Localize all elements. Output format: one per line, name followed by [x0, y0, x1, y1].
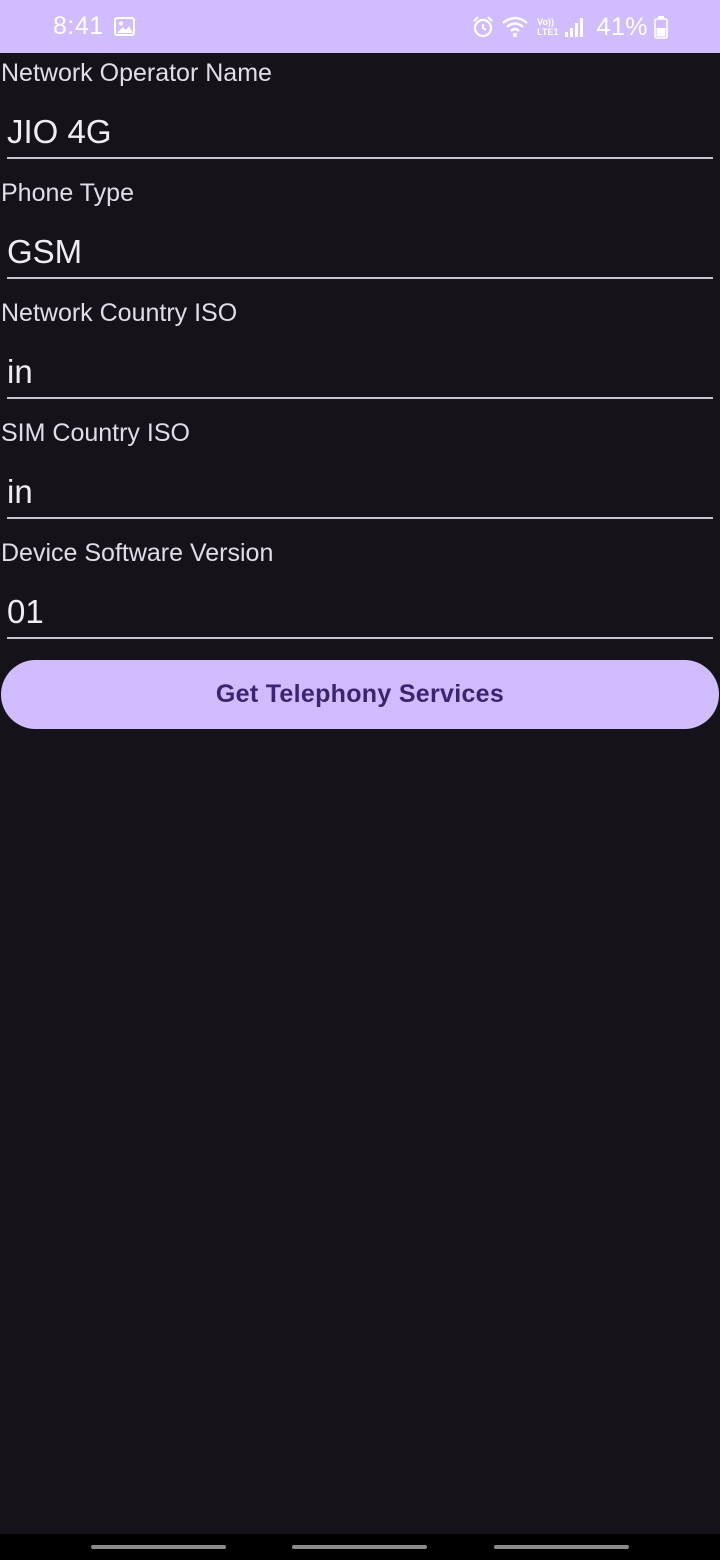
network-operator-value[interactable]: JIO 4G [7, 113, 112, 151]
gallery-icon [114, 17, 135, 36]
field-label: Device Software Version [1, 539, 274, 567]
underline [7, 517, 713, 519]
underline [7, 637, 713, 639]
device-software-version-value[interactable]: 01 [7, 593, 44, 631]
underline [7, 157, 713, 159]
volte-top-label: Vo)) [537, 17, 554, 27]
volte-bottom-label: LTE1 [537, 27, 559, 37]
nav-back-handle[interactable] [494, 1545, 629, 1549]
wifi-icon [501, 15, 529, 39]
status-icons: Vo)) LTE1 41% [471, 12, 668, 42]
field-label: Phone Type [1, 179, 134, 207]
nav-recents-handle[interactable] [91, 1545, 226, 1549]
battery-percent: 41% [596, 12, 648, 41]
nav-home-handle[interactable] [292, 1545, 427, 1549]
signal-icon [564, 16, 584, 38]
underline [7, 277, 713, 279]
status-time: 8:41 [53, 12, 104, 40]
underline [7, 397, 713, 399]
get-telephony-services-button[interactable]: Get Telephony Services [1, 660, 719, 729]
navigation-bar [0, 1534, 720, 1560]
sim-country-iso-value[interactable]: in [7, 473, 33, 511]
network-country-iso-value[interactable]: in [7, 353, 33, 391]
status-bar: 8:41 Vo)) LTE1 41% [0, 0, 720, 53]
field-label: Network Country ISO [1, 299, 238, 327]
volte-icon: Vo)) LTE1 [537, 17, 558, 37]
battery-icon [654, 15, 668, 39]
field-label: Network Operator Name [1, 59, 272, 87]
alarm-icon [471, 15, 495, 39]
field-label: SIM Country ISO [1, 419, 190, 447]
phone-type-value[interactable]: GSM [7, 233, 82, 271]
